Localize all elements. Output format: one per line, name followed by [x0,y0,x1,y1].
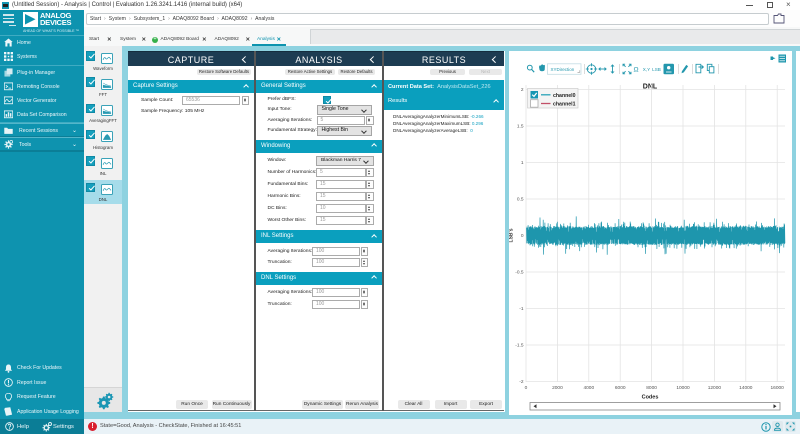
svg-text:-2: -2 [519,379,524,385]
svg-text:6000: 6000 [615,385,626,391]
svg-text:14000: 14000 [739,385,753,391]
svg-text:1.5: 1.5 [517,123,524,129]
svg-text:0.5: 0.5 [517,196,524,202]
svg-text:X,Y: X,Y [643,66,650,71]
svg-text:Ω: Ω [633,66,638,73]
svg-text:channel1: channel1 [553,101,576,107]
svg-text:4000: 4000 [583,385,594,391]
svg-text:LSB's: LSB's [509,228,515,242]
svg-text:-1: -1 [519,306,524,312]
svg-text:0: 0 [525,385,528,391]
svg-text:8000: 8000 [646,385,657,391]
svg-text:-1.5: -1.5 [515,342,524,348]
svg-text:XYDirection: XYDirection [551,66,575,71]
svg-text:LSB: LSB [652,66,661,71]
svg-text:Codes: Codes [642,394,659,400]
svg-text:12000: 12000 [708,385,722,391]
svg-text:1: 1 [521,160,524,166]
svg-text:2: 2 [521,87,524,93]
svg-text:channel0: channel0 [553,92,576,98]
svg-text:-0.5: -0.5 [515,269,524,275]
svg-text:0: 0 [521,233,524,239]
svg-text:16000: 16000 [771,385,785,391]
svg-text:2000: 2000 [552,385,563,391]
svg-text:10000: 10000 [676,385,690,391]
